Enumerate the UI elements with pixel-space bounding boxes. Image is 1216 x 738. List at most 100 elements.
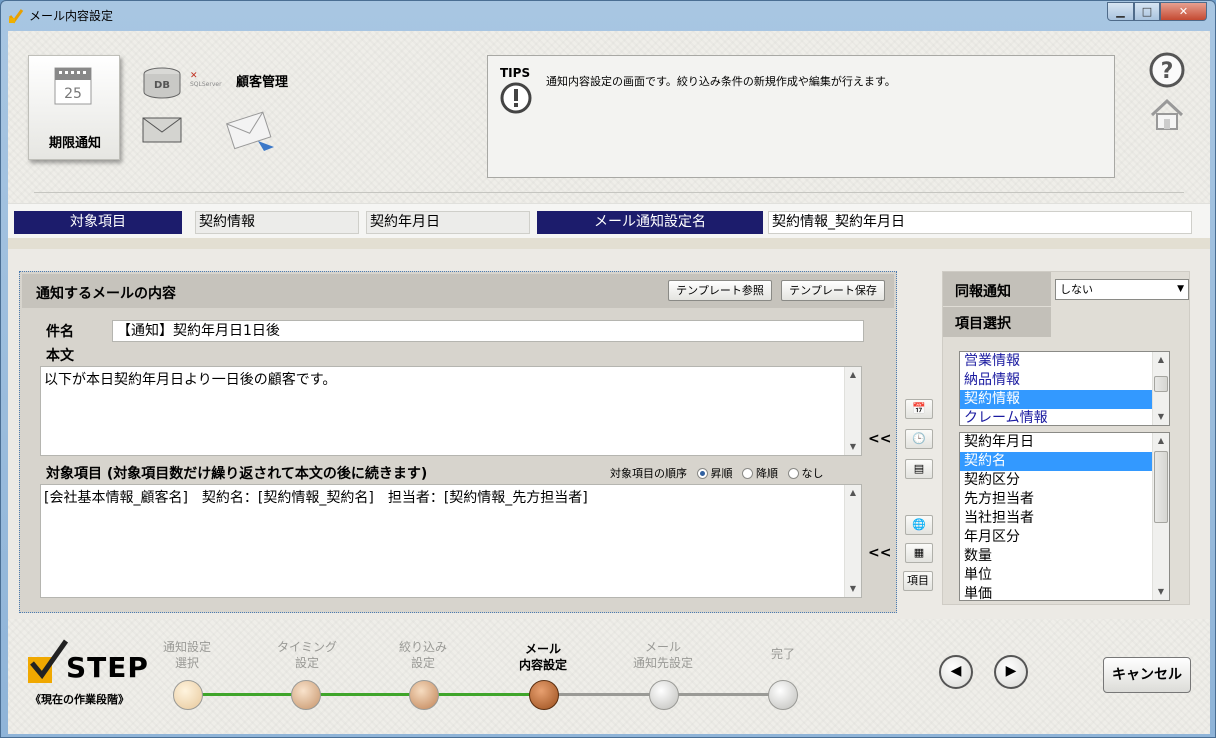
field-listbox[interactable]: 契約年月日 契約名 契約区分 先方担当者 当社担当者 年月区分 数量 単位 単価… [959, 432, 1170, 601]
tips-text: 通知内容設定の画面です。絞り込み条件の新規作成や編集が行えます。 [546, 75, 896, 88]
order-asc-label: 昇順 [710, 467, 733, 480]
field-item[interactable]: 単位 [960, 566, 1169, 585]
send-mail-icon [226, 111, 274, 151]
items-textarea[interactable]: [会社基本情報_顧客名] 契約名：[契約情報_契約名] 担当者：[契約情報_先方… [40, 484, 862, 598]
order-label: 対象項目の順序 [610, 467, 687, 480]
category-item[interactable]: 納品情報 [960, 371, 1169, 390]
sqlserver-logo: ✕ SQLServer [190, 71, 222, 88]
field-item[interactable]: 単価 [960, 585, 1169, 600]
item-button[interactable]: 項目 [903, 571, 933, 591]
cc-label: 同報通知 [943, 272, 1051, 306]
target-value-1: 契約情報 [195, 211, 359, 234]
setting-name-field[interactable]: 契約情報_契約年月日 [768, 211, 1192, 234]
order-asc-radio[interactable] [696, 468, 708, 479]
step-dot-2 [291, 680, 321, 710]
step-progress-line [188, 693, 544, 696]
deadline-notice-button[interactable]: 25 期限通知 [28, 55, 120, 160]
mail-panel-title: 通知するメールの内容 [36, 286, 176, 302]
arrow-left-icon: ◀ [950, 663, 962, 679]
header-area: 25 期限通知 DB ✕ SQLServer 顧客管理 TIPS 通知内容設定の… [8, 31, 1210, 203]
step-logo-text: STEP [66, 651, 149, 684]
category-item-selected[interactable]: 契約情報 [960, 390, 1169, 409]
step-dot-6 [768, 680, 798, 710]
items-text: [会社基本情報_顧客名] 契約名：[契約情報_契約名] 担当者：[契約情報_先方… [44, 490, 588, 506]
step-label-5: メール 通知先設定 [632, 640, 693, 670]
maximize-button[interactable]: □ [1134, 2, 1160, 21]
calendar-small-icon[interactable]: 📅 [905, 399, 933, 419]
field-item[interactable]: 先方担当者 [960, 490, 1169, 509]
order-desc-label: 降順 [756, 467, 778, 480]
home-icon[interactable] [1148, 97, 1186, 133]
setting-name-label: メール通知設定名 [537, 211, 763, 234]
body-textarea[interactable]: 以下が本日契約年月日より一日後の顧客です。 ▲ ▼ [40, 366, 862, 456]
svg-text:?: ? [1161, 59, 1174, 84]
step-dot-1 [173, 680, 203, 710]
stack-icon[interactable]: ▤ [905, 459, 933, 479]
database-icon[interactable]: DB [142, 67, 182, 99]
item-select-label: 項目選択 [943, 307, 1051, 337]
insert-body-arrow[interactable]: << [868, 431, 891, 447]
app-icon [8, 9, 24, 24]
step-label-1: 通知設定 選択 [162, 640, 211, 670]
title-bar[interactable]: メール内容設定 ▁ □ ✕ [1, 1, 1215, 31]
tips-title: TIPS [500, 66, 531, 80]
mail-content-panel: 通知するメールの内容 テンプレート参照 テンプレート保存 件名 【通知】契約年月… [19, 271, 897, 613]
field-scrollbar[interactable]: ▲ ▼ [1152, 433, 1169, 600]
order-desc-radio[interactable] [742, 468, 753, 479]
order-radio-group: 対象項目の順序 昇順 降順 なし [610, 465, 824, 481]
svg-text:DB: DB [154, 80, 170, 91]
category-scrollbar[interactable]: ▲ ▼ [1152, 352, 1169, 425]
field-item[interactable]: 数量 [960, 547, 1169, 566]
client-area: 25 期限通知 DB ✕ SQLServer 顧客管理 TIPS 通知内容設定の… [8, 31, 1210, 734]
insert-items-arrow[interactable]: << [868, 545, 891, 561]
calendar-icon: 25 [54, 67, 92, 105]
back-button[interactable]: ◀ [939, 655, 973, 689]
category-listbox[interactable]: 営業情報 納品情報 契約情報 クレーム情報 ▲ ▼ [959, 351, 1170, 426]
subject-label: 件名 [46, 324, 74, 340]
category-item[interactable]: 営業情報 [960, 352, 1169, 371]
cc-select[interactable]: しない ▼ [1055, 279, 1189, 300]
step-subtitle: 《現在の作業段階》 [30, 693, 129, 706]
field-item[interactable]: 契約年月日 [960, 433, 1169, 452]
body-text: 以下が本日契約年月日より一日後の顧客です。 [44, 372, 337, 388]
target-value-2: 契約年月日 [366, 211, 530, 234]
arrow-right-icon: ▶ [1005, 663, 1017, 679]
clock-icon[interactable]: 🕒 [905, 429, 933, 449]
items-label: 対象項目 (対象項目数だけ繰り返されて本文の後に続きます) [46, 466, 428, 482]
target-item-label: 対象項目 [14, 211, 182, 234]
category-item[interactable]: クレーム情報 [960, 409, 1169, 425]
right-panel: 同報通知 しない ▼ 項目選択 営業情報 納品情報 契約情報 クレーム情報 ▲ ▼ … [942, 271, 1190, 605]
mail-icon[interactable] [142, 117, 182, 143]
globe-icon[interactable]: 🌐 [905, 515, 933, 535]
step-area: STEP 《現在の作業段階》 通知設定 選択 タイミング 設定 絞り込み 設定 メール… [8, 619, 1210, 734]
table-icon[interactable]: ▦ [905, 543, 933, 563]
mail-panel-header: 通知するメールの内容 テンプレート参照 テンプレート保存 [22, 274, 894, 308]
cc-select-value: しない [1060, 283, 1093, 296]
next-button[interactable]: ▶ [994, 655, 1028, 689]
tips-box: TIPS 通知内容設定の画面です。絞り込み条件の新規作成や編集が行えます。 [487, 55, 1115, 178]
order-none-radio[interactable] [787, 468, 799, 479]
minimize-button[interactable]: ▁ [1107, 2, 1134, 21]
subject-input[interactable]: 【通知】契約年月日1日後 [112, 320, 864, 342]
close-button[interactable]: ✕ [1160, 2, 1207, 21]
step-label-3: 絞り込み 設定 [398, 640, 447, 670]
svg-text:25: 25 [64, 86, 82, 102]
info-row: 対象項目 契約情報 契約年月日 メール通知設定名 契約情報_契約年月日 [8, 203, 1210, 250]
field-item[interactable]: 契約区分 [960, 471, 1169, 490]
step-logo-icon [28, 639, 69, 683]
cancel-button[interactable]: キャンセル [1103, 657, 1191, 693]
body-scrollbar[interactable]: ▲ ▼ [844, 367, 861, 455]
step-label-2: タイミング 設定 [276, 640, 337, 670]
step-dot-5 [649, 680, 679, 710]
step-dot-4-current [529, 680, 559, 710]
template-reference-button[interactable]: テンプレート参照 [668, 280, 772, 301]
items-scrollbar[interactable]: ▲ ▼ [844, 485, 861, 597]
template-save-button[interactable]: テンプレート保存 [781, 280, 885, 301]
window-title: メール内容設定 [29, 9, 114, 23]
field-item[interactable]: 当社担当者 [960, 509, 1169, 528]
field-item[interactable]: 年月区分 [960, 528, 1169, 547]
chevron-down-icon: ▼ [1177, 284, 1184, 294]
order-none-label: なし [801, 467, 824, 480]
help-icon[interactable]: ? [1148, 51, 1186, 89]
field-item-selected[interactable]: 契約名 [960, 452, 1169, 471]
